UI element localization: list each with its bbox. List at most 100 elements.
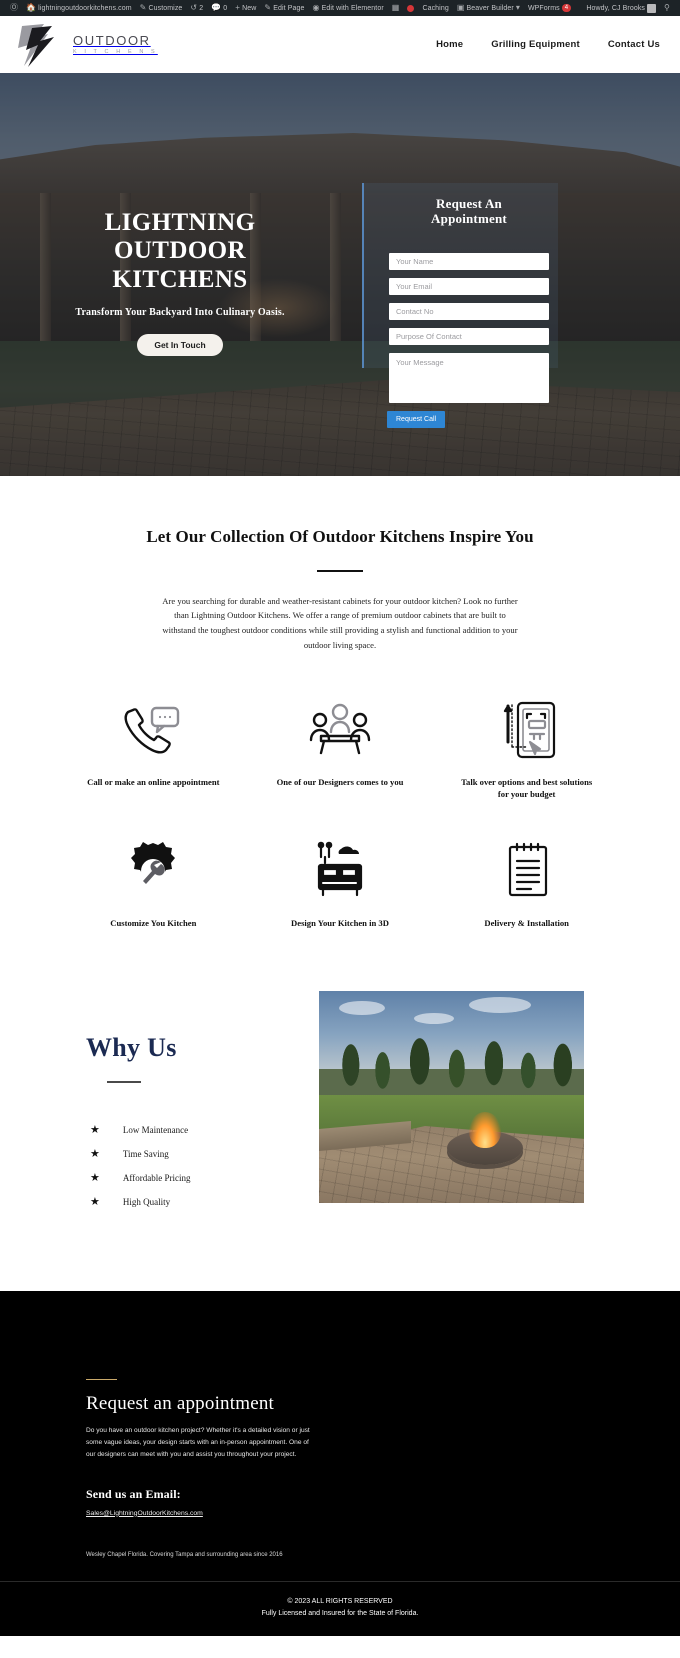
purpose-of-contact-input[interactable] bbox=[389, 327, 549, 345]
get-in-touch-button[interactable]: Get In Touch bbox=[137, 334, 223, 357]
footer-note: Wesley Chapel Florida. Covering Tampa an… bbox=[86, 1551, 283, 1558]
adminbar-edit-page-label: Edit Page bbox=[273, 4, 305, 12]
hero-title-line-1: LIGHTNING bbox=[104, 208, 256, 236]
lightning-bolt-logo-icon bbox=[14, 22, 66, 68]
why-us-image bbox=[319, 991, 584, 1204]
collection-title: Let Our Collection Of Outdoor Kitchens I… bbox=[146, 527, 534, 546]
adminbar-sitemap[interactable]: ▦ bbox=[388, 0, 404, 16]
list-item: ★ Affordable Pricing bbox=[86, 1172, 310, 1184]
hero-copy: LIGHTNING OUTDOOR KITCHENS Transform You… bbox=[0, 73, 360, 476]
why-us-item-label: Time Saving bbox=[122, 1149, 169, 1160]
feature-item: Design Your Kitchen in 3D bbox=[247, 838, 434, 929]
adminbar-alert[interactable] bbox=[403, 0, 418, 16]
pencil-icon: ✎ bbox=[139, 3, 147, 12]
feature-label: One of our Designers comes to you bbox=[276, 776, 404, 787]
nav-item-home[interactable]: Home bbox=[436, 39, 463, 50]
why-us-copy: Why Us ★ Low Maintenance ★ Time Saving ★… bbox=[0, 991, 310, 1221]
feature-label: Design Your Kitchen in 3D bbox=[291, 918, 389, 929]
tablet-design-icon bbox=[494, 697, 560, 763]
collection-section: Let Our Collection Of Outdoor Kitchens I… bbox=[0, 476, 680, 930]
adminbar-new-label: New bbox=[242, 4, 257, 12]
footer-title: Request an appointment bbox=[86, 1393, 275, 1415]
logo-title: OUTDOOR bbox=[73, 32, 151, 48]
feature-item: Call or make an online appointment bbox=[60, 697, 247, 800]
copyright-line-1: © 2023 ALL RIGHTS RESERVED bbox=[287, 1597, 393, 1605]
contact-no-input[interactable] bbox=[389, 302, 549, 320]
logo-subtitle: K I T C H E N S bbox=[73, 48, 158, 55]
adminbar-wpforms[interactable]: WPForms 4 bbox=[524, 0, 575, 16]
why-us-section: Why Us ★ Low Maintenance ★ Time Saving ★… bbox=[0, 929, 680, 1291]
logo-text: OUTDOOR K I T C H E N S bbox=[73, 34, 158, 56]
adminbar-updates[interactable]: ↺ 2 bbox=[186, 0, 207, 16]
adminbar-comments[interactable]: 💬 0 bbox=[207, 0, 231, 16]
features-grid: Call or make an online appointment One o… bbox=[60, 697, 620, 930]
search-icon: ⚲ bbox=[664, 3, 670, 12]
form-title-line-2: Appointment bbox=[431, 210, 507, 226]
adminbar-elementor-label: Edit with Elementor bbox=[321, 4, 384, 12]
star-icon: ★ bbox=[90, 1195, 100, 1208]
site-header: OUTDOOR K I T C H E N S Home Grilling Eq… bbox=[0, 16, 680, 73]
chevron-down-icon: ▾ bbox=[515, 3, 520, 12]
adminbar-comments-count: 0 bbox=[223, 4, 228, 12]
main-navigation: Home Grilling Equipment Contact Us bbox=[436, 39, 660, 50]
gear-wrench-icon bbox=[120, 838, 186, 904]
nav-item-contact-us[interactable]: Contact Us bbox=[608, 39, 660, 50]
grill-3d-icon bbox=[305, 838, 375, 904]
collection-paragraph: Are you searching for durable and weathe… bbox=[162, 595, 518, 650]
adminbar-howdy-label: Howdy, CJ Brooks bbox=[586, 4, 646, 12]
hero-title-line-2: OUTDOOR bbox=[114, 237, 246, 265]
feature-label: Delivery & Installation bbox=[484, 918, 569, 929]
clipboard-list-icon bbox=[494, 838, 560, 904]
hero-section: LIGHTNING OUTDOOR KITCHENS Transform You… bbox=[0, 73, 680, 476]
adminbar-caching[interactable]: Caching bbox=[418, 0, 452, 16]
footer-body: Do you have an outdoor kitchen project? … bbox=[86, 1427, 310, 1458]
appointment-form-title: Request An Appointment bbox=[374, 196, 564, 227]
adminbar-edit-with-elementor[interactable]: ◉ Edit with Elementor bbox=[308, 0, 387, 16]
why-us-item-label: Low Maintenance bbox=[122, 1125, 189, 1136]
adminbar-beaver-builder[interactable]: ▣ Beaver Builder ▾ bbox=[453, 0, 524, 16]
star-icon: ★ bbox=[90, 1123, 100, 1136]
wordpress-icon[interactable]: Ⓞ bbox=[6, 0, 22, 16]
alert-dot-icon bbox=[407, 4, 415, 12]
why-us-item-label: Affordable Pricing bbox=[122, 1173, 191, 1184]
feature-item: Delivery & Installation bbox=[433, 838, 620, 929]
appointment-form: Request An Appointment Request Call bbox=[374, 196, 564, 428]
feature-item: Customize You Kitchen bbox=[60, 838, 247, 929]
request-call-button[interactable]: Request Call bbox=[387, 410, 446, 428]
your-message-textarea[interactable] bbox=[389, 352, 549, 403]
adminbar-howdy[interactable]: Howdy, CJ Brooks bbox=[582, 0, 660, 16]
copyright-bar: © 2023 ALL RIGHTS RESERVED Fully License… bbox=[0, 1580, 680, 1637]
wpforms-badge: 4 bbox=[561, 4, 572, 12]
footer-divider bbox=[86, 1378, 117, 1381]
adminbar-caching-label: Caching bbox=[422, 4, 449, 12]
meeting-table-icon bbox=[307, 697, 373, 763]
section-divider bbox=[317, 570, 363, 572]
comment-icon: 💬 bbox=[211, 3, 222, 12]
home-icon: 🏠 bbox=[26, 3, 37, 12]
adminbar-search[interactable]: ⚲ bbox=[660, 0, 674, 16]
sitemap-icon: ▦ bbox=[391, 3, 400, 12]
hero-title: LIGHTNING OUTDOOR KITCHENS bbox=[105, 209, 256, 295]
star-icon: ★ bbox=[90, 1147, 100, 1160]
adminbar-updates-count: 2 bbox=[199, 4, 204, 12]
elementor-icon: ◉ bbox=[312, 3, 320, 12]
site-logo[interactable]: OUTDOOR K I T C H E N S bbox=[14, 22, 158, 68]
form-title-line-1: Request An bbox=[436, 196, 502, 211]
feature-item: One of our Designers comes to you bbox=[247, 697, 434, 800]
nav-item-grilling-equipment[interactable]: Grilling Equipment bbox=[491, 39, 580, 50]
adminbar-edit-page[interactable]: ✎ Edit Page bbox=[260, 0, 308, 16]
your-name-input[interactable] bbox=[389, 252, 549, 270]
footer-section: Request an appointment Do you have an ou… bbox=[0, 1290, 680, 1581]
adminbar-new[interactable]: + New bbox=[231, 0, 260, 16]
feature-label: Customize You Kitchen bbox=[110, 918, 197, 929]
hero-subtitle: Transform Your Backyard Into Culinary Oa… bbox=[75, 307, 285, 319]
your-email-input[interactable] bbox=[389, 277, 549, 295]
adminbar-customize-label: Customize bbox=[148, 4, 183, 12]
list-item: ★ Low Maintenance bbox=[86, 1123, 310, 1136]
feature-label: Call or make an online appointment bbox=[87, 776, 220, 787]
hero-title-line-3: KITCHENS bbox=[112, 265, 248, 293]
feature-item: Talk over options and best solutions for… bbox=[433, 697, 620, 800]
footer-email-link[interactable]: Sales@LightningOutdoorKitchens.com bbox=[86, 1510, 203, 1517]
adminbar-site-name[interactable]: 🏠 lightningoutdoorkitchens.com bbox=[22, 0, 136, 16]
adminbar-customize[interactable]: ✎ Customize bbox=[136, 0, 187, 16]
